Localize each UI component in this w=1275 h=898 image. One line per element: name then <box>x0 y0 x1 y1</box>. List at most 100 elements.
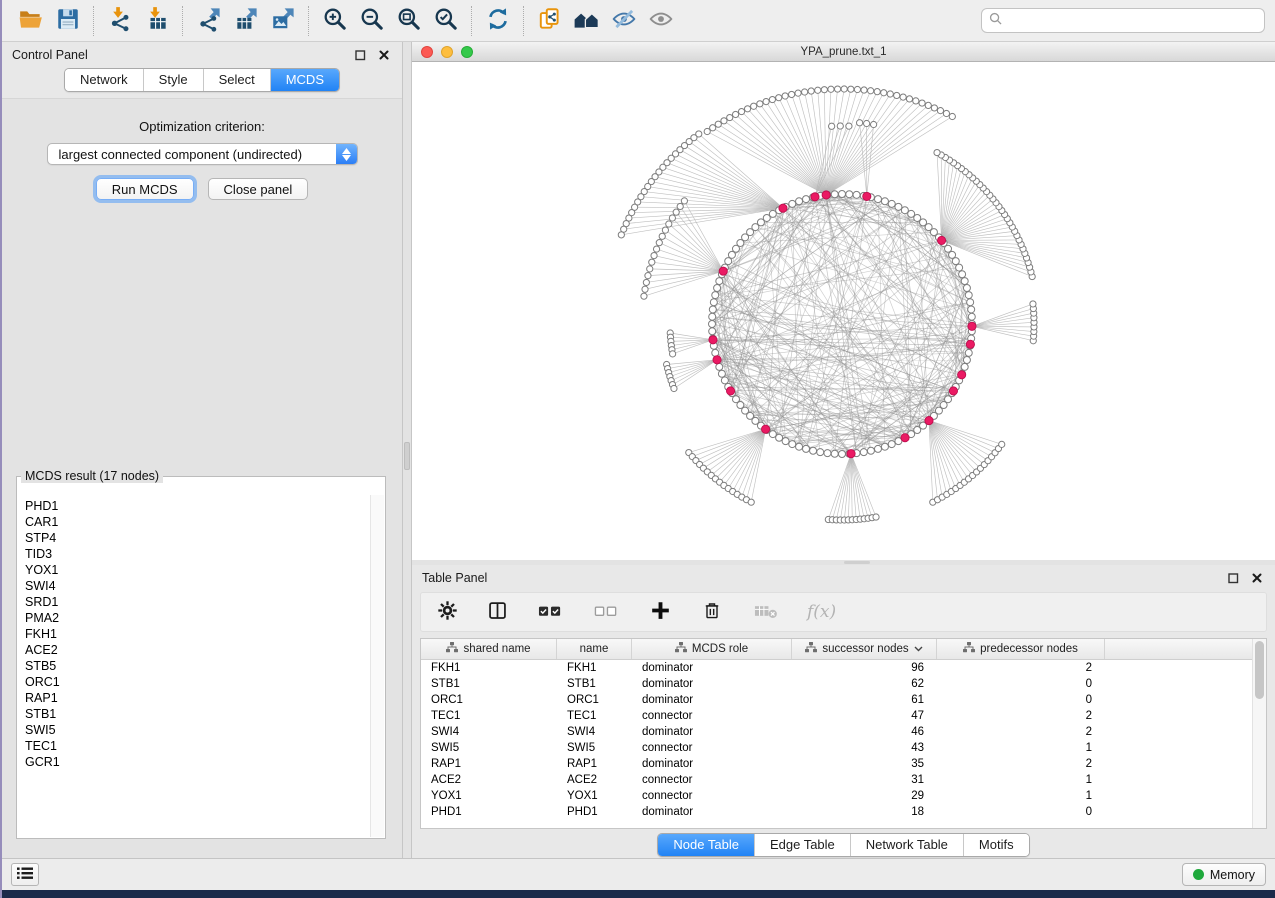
table-cell[interactable]: connector <box>632 710 792 722</box>
show-all-button[interactable] <box>642 4 679 38</box>
graph-node[interactable] <box>716 278 723 285</box>
satellite-node[interactable] <box>874 89 880 95</box>
satellite-node[interactable] <box>802 89 808 95</box>
mcds-hub-node[interactable] <box>968 322 976 330</box>
graph-node[interactable] <box>961 363 968 370</box>
export-network-button[interactable] <box>190 4 227 38</box>
mcds-hub-node[interactable] <box>822 191 830 199</box>
select-all-button[interactable] <box>535 595 565 629</box>
mcds-hub-node[interactable] <box>863 192 871 200</box>
vertical-splitter[interactable] <box>402 42 412 858</box>
table-cell[interactable]: 29 <box>792 790 937 802</box>
graph-node[interactable] <box>965 292 972 299</box>
graph-node[interactable] <box>965 349 972 356</box>
clone-network-button[interactable] <box>531 4 568 38</box>
table-cell[interactable]: FKH1 <box>421 662 557 674</box>
table-cell[interactable]: dominator <box>632 662 792 674</box>
satellite-node[interactable] <box>913 98 919 104</box>
satellite-node[interactable] <box>808 88 814 94</box>
add-column-button[interactable] <box>647 595 673 629</box>
result-scrollbar[interactable] <box>370 495 384 837</box>
graph-node[interactable] <box>769 431 776 438</box>
table-cell[interactable]: 47 <box>792 710 937 722</box>
search-field[interactable] <box>981 8 1265 33</box>
table-tab-network-table[interactable]: Network Table <box>850 834 963 856</box>
zoom-selected-button[interactable] <box>427 4 464 38</box>
column-header-name[interactable]: name <box>557 639 632 659</box>
mcds-result-item[interactable]: SWI4 <box>25 578 371 594</box>
graph-node[interactable] <box>895 203 902 210</box>
satellite-node[interactable] <box>870 121 876 127</box>
graph-node[interactable] <box>803 196 810 203</box>
table-row[interactable]: FKH1FKH1dominator962 <box>421 660 1266 676</box>
satellite-node[interactable] <box>659 233 665 239</box>
mcds-hub-node[interactable] <box>719 267 727 275</box>
table-cell[interactable]: 43 <box>792 742 937 754</box>
table-row[interactable]: TEC1TEC1connector472 <box>421 708 1266 724</box>
column-header-MCDS-role[interactable]: MCDS role <box>632 639 792 659</box>
graph-node[interactable] <box>901 207 908 214</box>
satellite-node[interactable] <box>873 514 879 520</box>
satellite-node[interactable] <box>653 246 659 252</box>
graph-node[interactable] <box>968 306 975 313</box>
graph-node[interactable] <box>709 313 716 320</box>
table-cell[interactable]: 1 <box>937 774 1105 786</box>
zoom-in-button[interactable] <box>316 4 353 38</box>
function-builder-icon[interactable]: f(x) <box>807 602 836 622</box>
mcds-result-item[interactable]: RAP1 <box>25 690 371 706</box>
graph-node[interactable] <box>888 441 895 448</box>
mcds-hub-node[interactable] <box>811 193 819 201</box>
table-tab-node-table[interactable]: Node Table <box>658 834 754 856</box>
satellite-node[interactable] <box>821 87 827 93</box>
split-columns-button[interactable] <box>485 595 509 629</box>
graph-node[interactable] <box>881 443 888 450</box>
table-cell[interactable]: 0 <box>937 806 1105 818</box>
satellite-node[interactable] <box>751 103 757 109</box>
satellite-node[interactable] <box>769 96 775 102</box>
satellite-node[interactable] <box>848 86 854 92</box>
table-cell[interactable]: SWI4 <box>421 726 557 738</box>
satellite-node[interactable] <box>738 108 744 114</box>
graph-node[interactable] <box>959 271 966 278</box>
satellite-node[interactable] <box>647 266 653 272</box>
mcds-hub-node[interactable] <box>761 425 769 433</box>
graph-node[interactable] <box>709 328 716 335</box>
graph-node[interactable] <box>721 377 728 384</box>
satellite-node[interactable] <box>681 198 687 204</box>
graph-node[interactable] <box>817 449 824 456</box>
run-mcds-button[interactable]: Run MCDS <box>96 178 194 200</box>
satellite-node[interactable] <box>748 499 754 505</box>
graph-node[interactable] <box>710 299 717 306</box>
satellite-node[interactable] <box>943 110 949 116</box>
graph-node[interactable] <box>796 198 803 205</box>
hide-selected-button[interactable] <box>605 4 642 38</box>
table-row[interactable]: RAP1RAP1dominator352 <box>421 756 1266 772</box>
mcds-hub-node[interactable] <box>966 340 974 348</box>
graph-node[interactable] <box>782 438 789 445</box>
float-table-panel-button[interactable] <box>1225 570 1241 586</box>
satellite-node[interactable] <box>649 259 655 265</box>
refresh-button[interactable] <box>479 4 516 38</box>
satellite-node[interactable] <box>669 215 675 221</box>
satellite-node[interactable] <box>868 88 874 94</box>
table-cell[interactable]: ACE2 <box>557 774 632 786</box>
graph-node[interactable] <box>867 447 874 454</box>
satellite-node[interactable] <box>642 286 648 292</box>
table-cell[interactable]: 0 <box>937 694 1105 706</box>
table-cell[interactable]: 1 <box>937 742 1105 754</box>
mcds-result-item[interactable]: ORC1 <box>25 674 371 690</box>
import-network-button[interactable] <box>101 4 138 38</box>
table-cell[interactable]: STB1 <box>421 678 557 690</box>
graph-node[interactable] <box>709 321 716 328</box>
satellite-node[interactable] <box>887 91 893 97</box>
table-cell[interactable]: YOX1 <box>557 790 632 802</box>
table-cell[interactable]: 2 <box>937 710 1105 722</box>
table-vertical-scrollbar[interactable] <box>1252 639 1266 828</box>
mcds-result-item[interactable]: PHD1 <box>25 498 371 514</box>
graph-node[interactable] <box>860 449 867 456</box>
table-cell[interactable]: YOX1 <box>421 790 557 802</box>
satellite-node[interactable] <box>846 123 852 129</box>
satellite-node[interactable] <box>710 125 716 131</box>
satellite-node[interactable] <box>815 87 821 93</box>
satellite-node[interactable] <box>919 100 925 106</box>
